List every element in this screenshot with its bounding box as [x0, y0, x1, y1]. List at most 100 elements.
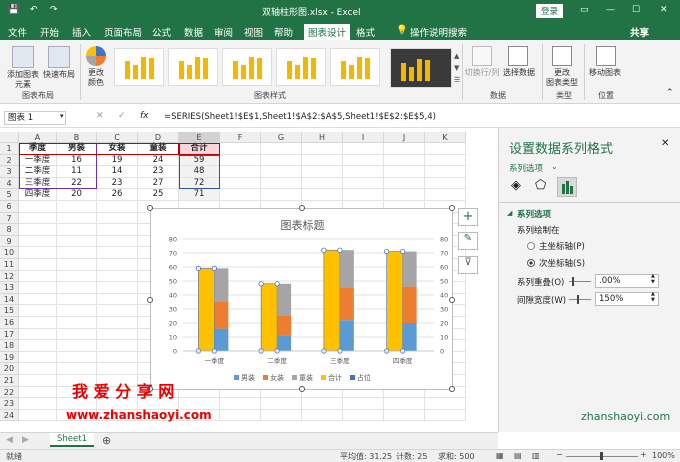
column-header-K[interactable]: K — [425, 132, 466, 143]
fill-bucket-icon[interactable]: ◈ — [511, 178, 521, 193]
row-header-8[interactable]: 8 — [0, 224, 19, 236]
bar-women[interactable] — [277, 316, 292, 336]
chart-legend[interactable]: 男装 女装 童装 合计 占位 — [151, 373, 454, 383]
row-header-3[interactable]: 3 — [0, 166, 19, 178]
empty-cell[interactable] — [97, 235, 138, 248]
empty-cell[interactable] — [425, 189, 466, 201]
empty-cell[interactable] — [97, 224, 138, 236]
table-cell[interactable]: 71 — [179, 189, 220, 201]
table-cell[interactable]: 23 — [97, 177, 138, 190]
empty-cell[interactable] — [302, 166, 343, 178]
section-expand-icon[interactable]: ◢ — [507, 209, 512, 217]
row-header-5[interactable]: 5 — [0, 189, 19, 201]
empty-cell[interactable] — [19, 375, 57, 387]
login-button[interactable]: 登录 — [536, 4, 564, 18]
chevron-down-icon[interactable]: ⌄ — [551, 162, 558, 171]
empty-cell[interactable] — [261, 398, 302, 410]
minimize-button[interactable]: — — [606, 5, 615, 15]
pentagon-effects-icon[interactable]: ⬠ — [535, 178, 546, 193]
table-cell[interactable]: 20 — [57, 189, 97, 201]
empty-cell[interactable] — [19, 328, 57, 341]
chart-style-thumb[interactable] — [390, 48, 452, 88]
tell-me-search[interactable]: 操作说明搜索 — [410, 25, 467, 39]
table-cell[interactable]: 11 — [57, 166, 97, 178]
chart-resize-handle[interactable] — [449, 297, 455, 303]
empty-cell[interactable] — [57, 270, 97, 283]
palette-icon[interactable] — [86, 46, 106, 66]
row-header-21[interactable]: 21 — [0, 375, 19, 387]
chart-style-thumb[interactable] — [222, 48, 272, 86]
move-chart-icon[interactable] — [596, 46, 616, 66]
column-header-C[interactable]: C — [97, 132, 138, 143]
bar-total[interactable] — [386, 251, 403, 352]
empty-cell[interactable] — [425, 154, 466, 167]
table-cell[interactable]: 14 — [97, 166, 138, 178]
row-header-6[interactable]: 6 — [0, 201, 19, 213]
empty-cell[interactable] — [97, 212, 138, 225]
empty-cell[interactable] — [384, 189, 425, 201]
empty-cell[interactable] — [343, 177, 384, 190]
empty-cell[interactable] — [425, 166, 466, 178]
empty-cell[interactable] — [261, 143, 302, 155]
empty-cell[interactable] — [302, 154, 343, 167]
column-header-I[interactable]: I — [343, 132, 384, 143]
ribbon-display-icon[interactable]: ▭ — [580, 5, 589, 15]
empty-cell[interactable] — [220, 177, 261, 190]
select-data-icon[interactable] — [508, 46, 528, 66]
insert-function-icon[interactable]: fx — [140, 111, 149, 121]
empty-cell[interactable] — [384, 409, 425, 422]
empty-cell[interactable] — [343, 409, 384, 422]
secondary-axis-radio[interactable] — [527, 259, 535, 267]
primary-axis-radio[interactable] — [527, 242, 535, 250]
empty-cell[interactable] — [97, 328, 138, 341]
series-options-dropdown[interactable]: 系列选项 — [509, 162, 543, 174]
empty-cell[interactable] — [57, 363, 97, 375]
empty-cell[interactable] — [19, 305, 57, 317]
table-cell[interactable]: 二季度 — [19, 166, 57, 178]
chart-resize-handle[interactable] — [299, 386, 305, 392]
page-break-view-icon[interactable]: ▥ — [532, 451, 540, 460]
name-box[interactable]: 图表 1 — [4, 111, 66, 125]
zoom-out-icon[interactable]: − — [556, 450, 563, 459]
quick-layout-icon[interactable] — [48, 46, 70, 68]
chart-area[interactable]: 图表标题 0 0 10 10 20 20 30 30 40 40 50 50 60 60 70 70 80 80 一… — [147, 205, 455, 392]
chevron-down-icon[interactable]: ▾ — [60, 112, 64, 120]
gap-width-slider-handle[interactable] — [577, 295, 579, 304]
bar-kids[interactable] — [402, 251, 417, 287]
zoom-level[interactable]: 100% — [652, 451, 675, 460]
select-all-corner[interactable] — [0, 132, 19, 143]
empty-cell[interactable] — [57, 317, 97, 329]
empty-cell[interactable] — [97, 201, 138, 213]
close-pane-icon[interactable]: ✕ — [661, 138, 669, 149]
empty-cell[interactable] — [19, 259, 57, 271]
empty-cell[interactable] — [57, 340, 97, 352]
row-header-4[interactable]: 4 — [0, 177, 19, 190]
zoom-in-icon[interactable]: + — [640, 450, 647, 459]
empty-cell[interactable] — [261, 154, 302, 167]
empty-cell[interactable] — [19, 270, 57, 283]
bar-kids[interactable] — [277, 283, 292, 316]
empty-cell[interactable] — [57, 351, 97, 364]
empty-cell[interactable] — [57, 305, 97, 317]
overlap-slider-handle[interactable] — [572, 277, 574, 286]
empty-cell[interactable] — [343, 154, 384, 167]
row-header-9[interactable]: 9 — [0, 235, 19, 248]
tab-home[interactable]: 开始 — [40, 25, 59, 39]
undo-icon[interactable]: ↶ — [30, 5, 38, 15]
chart-resize-handle[interactable] — [449, 386, 455, 392]
empty-cell[interactable] — [302, 398, 343, 410]
empty-cell[interactable] — [19, 398, 57, 410]
close-button[interactable]: ✕ — [660, 5, 668, 15]
empty-cell[interactable] — [343, 398, 384, 410]
gap-width-slider[interactable] — [569, 299, 591, 300]
chart-resize-handle[interactable] — [147, 297, 153, 303]
row-header-16[interactable]: 16 — [0, 317, 19, 329]
redo-icon[interactable]: ↷ — [50, 5, 58, 15]
bar-men[interactable] — [402, 323, 417, 351]
column-header-F[interactable]: F — [220, 132, 261, 143]
empty-cell[interactable] — [384, 154, 425, 167]
empty-cell[interactable] — [97, 270, 138, 283]
empty-cell[interactable] — [425, 143, 466, 155]
empty-cell[interactable] — [57, 224, 97, 236]
collapse-ribbon-icon[interactable]: ⌃ — [666, 88, 674, 98]
